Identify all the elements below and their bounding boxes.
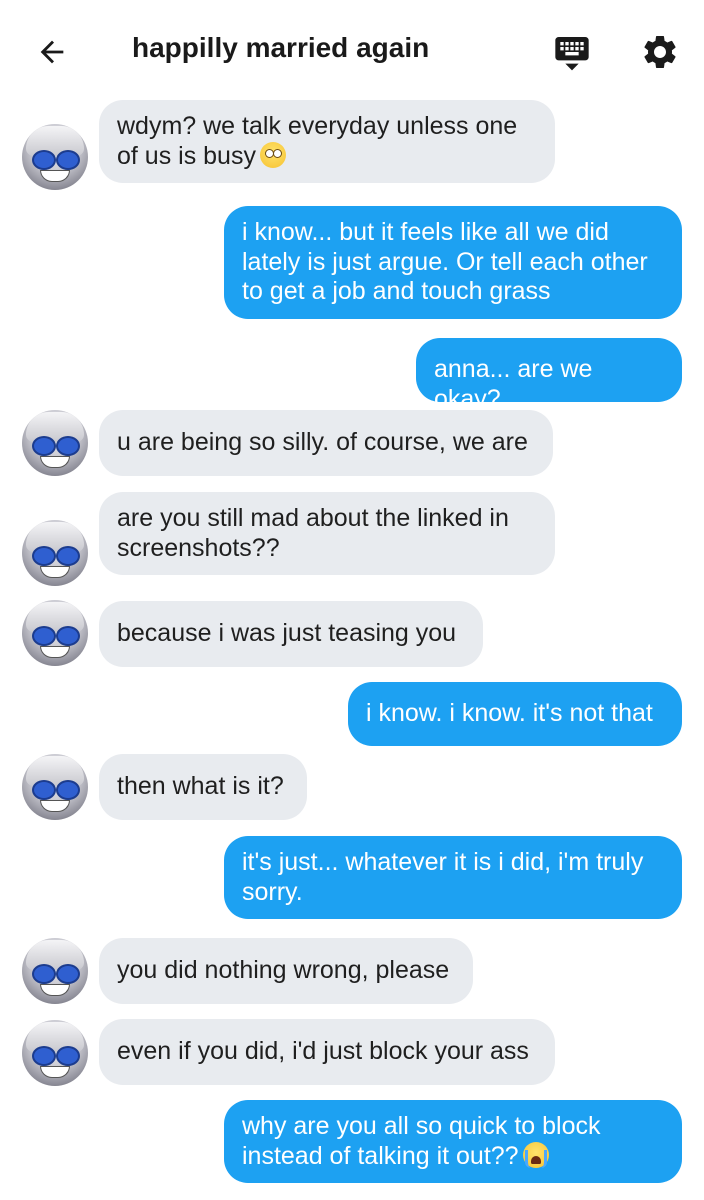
message-bubble-outgoing[interactable]: i know... but it feels like all we did l… (224, 206, 682, 319)
message-bubble-outgoing[interactable]: why are you all so quick to block instea… (224, 1100, 682, 1183)
message-bubble-outgoing[interactable]: it's just... whatever it is i did, i'm t… (224, 836, 682, 919)
chat-screen: wdym? we talk everyday unless one of us … (0, 0, 704, 1200)
message-text: i know. i know. it's not that (366, 699, 653, 727)
face-with-rolling-eyes-icon (259, 141, 286, 168)
gear-icon (644, 35, 676, 68)
message-bubble-incoming[interactable]: wdym? we talk everyday unless one of us … (99, 100, 555, 183)
message-bubble-incoming[interactable]: you did nothing wrong, please (99, 938, 473, 1004)
top-bar: happilly married again (0, 0, 704, 100)
message-text: i know... but it feels like all we did l… (242, 218, 648, 305)
page-title: happilly married again (132, 32, 430, 63)
message-text: u are being so silly. of course, we are (117, 428, 528, 456)
message-text: even if you did, i'd just block your ass (117, 1037, 529, 1065)
message-list[interactable]: wdym? we talk everyday unless one of us … (0, 0, 704, 1200)
keyboard-icon (555, 37, 589, 71)
avatar[interactable] (22, 410, 88, 476)
message-text: are you still mad about the linked in sc… (117, 504, 509, 562)
message-bubble-incoming[interactable]: then what is it? (99, 754, 307, 820)
avatar[interactable] (22, 938, 88, 1004)
message-text: then what is it? (117, 772, 284, 800)
message-bubble-outgoing[interactable]: i know. i know. it's not that (348, 682, 682, 746)
avatar[interactable] (22, 754, 88, 820)
message-text: anna... are we okay? (434, 355, 593, 413)
settings-button[interactable] (636, 28, 684, 76)
message-bubble-incoming[interactable]: because i was just teasing you (99, 601, 483, 667)
avatar[interactable] (22, 124, 88, 190)
message-text: you did nothing wrong, please (117, 956, 450, 984)
message-bubble-incoming[interactable]: are you still mad about the linked in sc… (99, 492, 555, 575)
message-bubble-incoming[interactable]: even if you did, i'd just block your ass (99, 1019, 555, 1085)
message-text: it's just... whatever it is i did, i'm t… (242, 848, 644, 906)
message-text: because i was just teasing you (117, 619, 457, 647)
keyboard-button[interactable] (548, 28, 596, 76)
message-bubble-outgoing[interactable]: anna... are we okay? (416, 338, 682, 413)
loudly-crying-face-icon (522, 1141, 549, 1168)
arrow-left-icon (40, 40, 64, 64)
avatar[interactable] (22, 1020, 88, 1086)
message-text: wdym? we talk everyday unless one of us … (117, 112, 518, 170)
message-bubble-incoming[interactable]: u are being so silly. of course, we are (99, 410, 553, 476)
back-button[interactable] (30, 30, 74, 74)
avatar[interactable] (22, 600, 88, 666)
avatar[interactable] (22, 520, 88, 586)
